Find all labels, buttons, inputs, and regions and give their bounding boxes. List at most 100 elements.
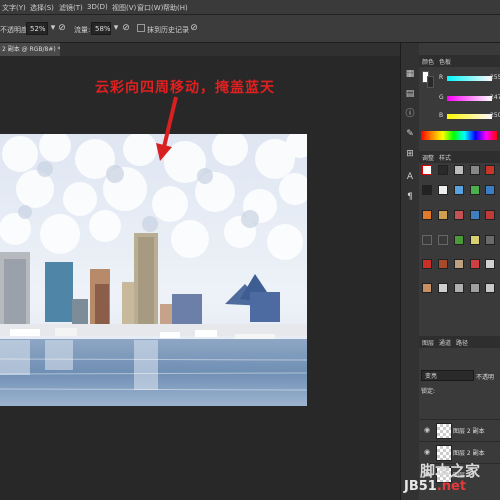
document-tab[interactable]: 2 副本 @ RGB/8#) * <box>0 43 60 56</box>
tab-adjustments[interactable]: 调整 <box>422 153 434 162</box>
paragraph-icon[interactable]: ¶ <box>404 191 416 203</box>
brush-icon[interactable]: ✎ <box>404 128 416 140</box>
eye-icon[interactable]: ◉ <box>424 426 430 434</box>
style-swatch[interactable] <box>422 210 432 220</box>
style-swatch[interactable] <box>485 259 495 269</box>
channel-r-value[interactable]: 255 <box>490 74 500 81</box>
layers-panel-tabs: 图层 通道 路径 <box>419 336 500 348</box>
style-swatch[interactable] <box>485 235 495 245</box>
styles-grid <box>419 165 500 365</box>
style-swatch[interactable] <box>485 283 495 293</box>
flow-input[interactable]: 58% <box>91 22 111 35</box>
watermark-url: JB51.net <box>404 479 466 494</box>
layer-name[interactable]: 图层 2 副本 <box>453 448 485 457</box>
layer-opacity-label: 不透明 <box>476 374 495 381</box>
layer-row[interactable]: ◉ 图层 2 副本 <box>419 441 500 462</box>
style-swatch[interactable] <box>438 259 448 269</box>
style-swatch[interactable] <box>470 185 480 195</box>
layer-row[interactable]: ◉ 图层 2 副本 <box>419 419 500 440</box>
color-row-b: B 250 <box>419 111 500 122</box>
menu-item-filter[interactable]: 滤镜(T) <box>59 3 83 13</box>
menu-item-select[interactable]: 选择(S) <box>30 3 54 13</box>
layer-thumbnail <box>436 445 452 461</box>
style-swatch[interactable] <box>470 259 480 269</box>
history-checkbox[interactable] <box>137 24 145 32</box>
options-bar: 不透明度: 52% ▾ ⊘ 流量: 58% ▾ ⊘ 抹到历史记录 ⊘ <box>0 15 500 43</box>
menu-item-3d[interactable]: 3D(D) <box>87 3 108 11</box>
style-swatch[interactable] <box>454 235 464 245</box>
menu-bar: 文字(Y) 选择(S) 滤镜(T) 3D(D) 视图(V) 窗口(W) 帮助(H… <box>0 0 500 15</box>
color-row-r: R 255 <box>419 73 500 84</box>
watermark-url-a: JB51 <box>404 479 437 494</box>
style-swatch[interactable] <box>422 259 432 269</box>
style-swatch[interactable] <box>470 235 480 245</box>
history-icon[interactable]: ▦ <box>404 68 416 80</box>
chevron-down-icon[interactable]: ▾ <box>111 23 121 33</box>
flow-label: 流量: <box>74 26 91 34</box>
styles-panel-tabs: 调整 样式 <box>419 151 500 163</box>
channel-b-value[interactable]: 250 <box>490 112 500 119</box>
layer-thumbnail <box>436 423 452 439</box>
eye-icon[interactable]: ◉ <box>424 448 430 456</box>
annotation-text: 云彩向四周移动，掩盖蓝天 <box>95 80 275 96</box>
tab-channels[interactable]: 通道 <box>439 338 451 347</box>
opacity-input[interactable]: 52% <box>26 22 48 35</box>
style-swatch[interactable] <box>438 283 448 293</box>
style-swatch[interactable] <box>422 283 432 293</box>
pressure-opacity-icon[interactable]: ⊘ <box>57 23 67 33</box>
style-swatch[interactable] <box>470 283 480 293</box>
tab-styles[interactable]: 样式 <box>439 153 451 162</box>
channel-g-value[interactable]: 247 <box>490 94 500 101</box>
info-icon[interactable]: ⓘ <box>404 108 416 120</box>
style-swatch[interactable] <box>485 165 495 175</box>
airbrush-icon[interactable]: ⊘ <box>121 23 131 33</box>
channel-g-slider[interactable] <box>447 96 492 101</box>
tab-layers[interactable]: 图层 <box>422 338 434 347</box>
style-swatch[interactable] <box>454 185 464 195</box>
tab-paths[interactable]: 路径 <box>456 338 468 347</box>
style-swatch[interactable] <box>470 165 480 175</box>
channel-b-label: B <box>439 112 444 119</box>
channel-r-slider[interactable] <box>447 76 492 81</box>
panel-icon-dock: ▦ ▤ ⓘ ✎ ⊞ A ¶ <box>400 43 420 500</box>
watermark-url-b: .net <box>436 479 467 494</box>
lock-label: 锁定: <box>421 388 436 395</box>
style-swatch[interactable] <box>438 235 448 245</box>
red-arrow-icon <box>156 96 178 161</box>
channel-b-slider[interactable] <box>447 114 492 119</box>
layer-name[interactable]: 图层 2 副本 <box>453 426 485 435</box>
style-swatch[interactable] <box>454 283 464 293</box>
style-swatch[interactable] <box>470 210 480 220</box>
color-row-g: G 247 <box>419 93 500 104</box>
channel-g-label: G <box>439 94 444 101</box>
style-swatch[interactable] <box>485 185 495 195</box>
menu-item-help[interactable]: 帮助(H) <box>163 3 188 13</box>
style-swatch[interactable] <box>438 185 448 195</box>
character-icon[interactable]: A <box>404 171 416 183</box>
menu-item-view[interactable]: 视图(V) <box>112 3 136 13</box>
history-label: 抹到历史记录 <box>147 26 189 34</box>
color-panel-tabs: 颜色 色板 <box>419 55 500 67</box>
properties-icon[interactable]: ▤ <box>404 88 416 100</box>
menu-item-window[interactable]: 窗口(W) <box>137 3 163 13</box>
style-swatch[interactable] <box>438 210 448 220</box>
channel-r-label: R <box>439 74 444 81</box>
style-swatch[interactable] <box>422 235 432 245</box>
style-swatch[interactable] <box>438 165 448 175</box>
canvas-image[interactable] <box>0 134 307 406</box>
style-swatch[interactable] <box>454 259 464 269</box>
blend-mode-select[interactable]: 变亮 <box>421 370 474 381</box>
style-swatch[interactable] <box>422 185 432 195</box>
menu-item-type[interactable]: 文字(Y) <box>2 3 26 13</box>
tab-swatches[interactable]: 色板 <box>439 57 451 66</box>
style-swatch[interactable] <box>422 165 432 175</box>
color-spectrum[interactable] <box>421 131 497 140</box>
tab-color[interactable]: 颜色 <box>422 57 434 66</box>
style-swatch[interactable] <box>454 165 464 175</box>
clone-source-icon[interactable]: ⊞ <box>404 148 416 160</box>
harbor-photo <box>0 134 307 406</box>
pressure-size-icon[interactable]: ⊘ <box>189 23 199 33</box>
style-swatch[interactable] <box>485 210 495 220</box>
document-tab-strip <box>0 43 400 56</box>
style-swatch[interactable] <box>454 210 464 220</box>
